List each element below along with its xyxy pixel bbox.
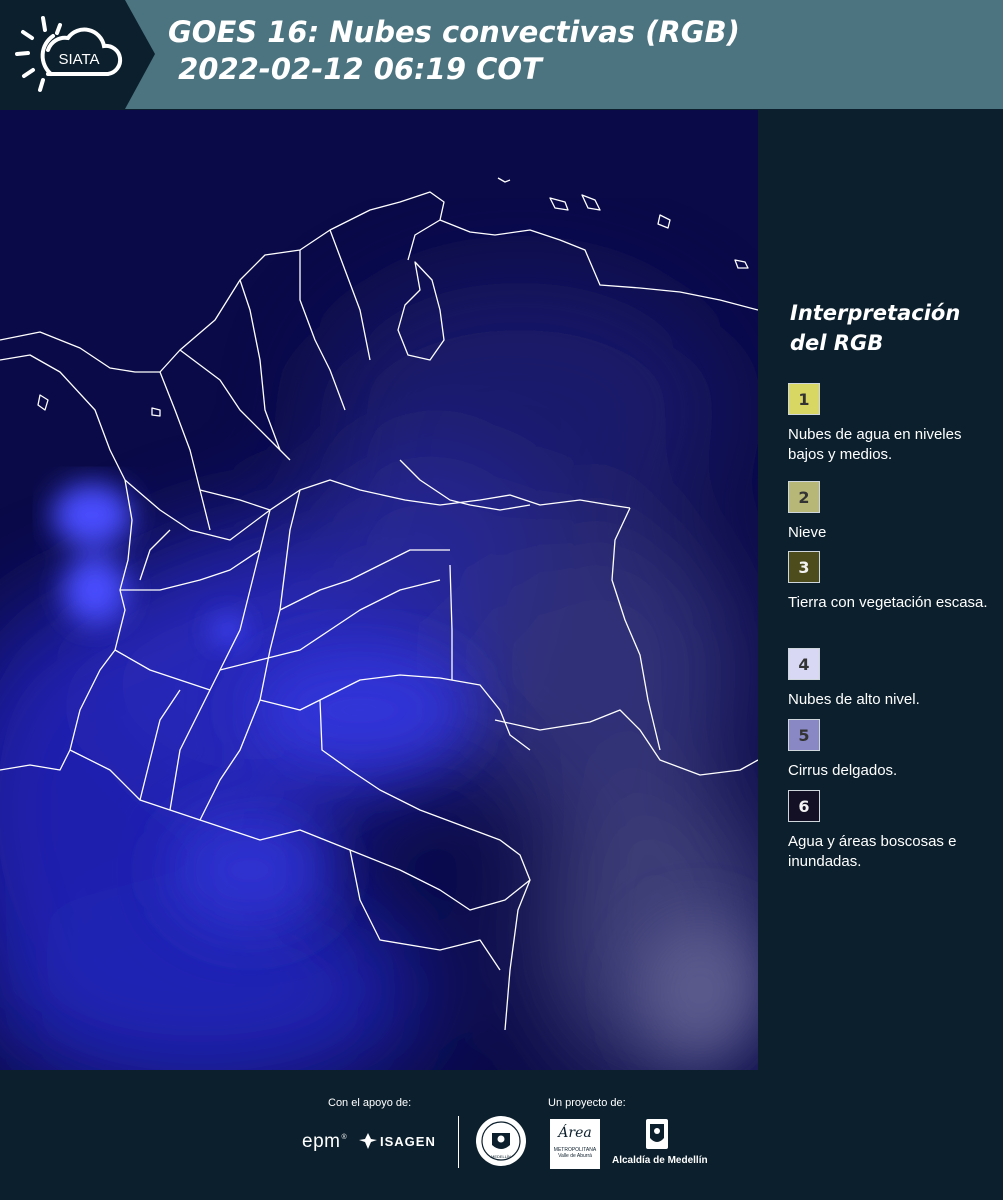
legend-swatch: 6 — [788, 790, 820, 822]
area-logo-text: Área — [558, 1125, 592, 1141]
epm-logo[interactable]: epm ® — [302, 1130, 347, 1154]
siata-logo[interactable]: SIATA — [0, 0, 155, 109]
legend-label: Nieve — [788, 524, 827, 541]
legend-swatch: 2 — [788, 481, 820, 513]
footer: Con el apoyo de: Un proyecto de: epm ® I… — [0, 1070, 1003, 1200]
legend: Interpretación del RGB 1 Nubes de agua en… — [776, 0, 998, 1070]
legend-item-1: 1 Nubes de agua en niveles bajos y medios… — [788, 383, 993, 465]
legend-swatch: 4 — [788, 648, 820, 680]
svg-text:MEDELLÍN: MEDELLÍN — [491, 1154, 511, 1159]
satellite-map[interactable] — [0, 110, 758, 1070]
sun-cloud-logo: SIATA — [15, 16, 123, 92]
legend-title: Interpretación del RGB — [790, 301, 961, 355]
rgb-composite-image — [0, 110, 758, 1070]
area-logo-sub2: Valle de Aburrá — [558, 1153, 592, 1159]
registered-icon: ® — [341, 1133, 347, 1141]
legend-label: Tierra con vegetación escasa. — [788, 594, 988, 611]
medellin-seal-icon: MEDELLÍN — [481, 1121, 521, 1161]
page-title: GOES 16: Nubes convectivas (RGB) 2022-02… — [168, 15, 740, 86]
legend-label: Cirrus delgados. — [788, 762, 898, 779]
alcaldia-shield-icon — [646, 1119, 668, 1149]
legend-item-5: 5 Cirrus delgados. — [788, 719, 993, 781]
epm-logo-text: epm — [302, 1131, 341, 1152]
legend-item-3: 3 Tierra con vegetación escasa. — [788, 551, 993, 613]
isagen-icon — [359, 1133, 377, 1149]
legend-item-6: 6 Agua y áreas boscosas e inundadas. — [788, 790, 993, 872]
legend-swatch: 3 — [788, 551, 820, 583]
isagen-logo-text: ISAGEN — [380, 1133, 436, 1149]
legend-label: Agua y áreas boscosas e inundadas. — [788, 833, 957, 870]
legend-label: Nubes de agua en niveles bajos y medios. — [788, 426, 962, 463]
alcaldia-text: Alcaldía de Medellín — [612, 1155, 708, 1166]
legend-label: Nubes de alto nivel. — [788, 691, 920, 708]
legend-item-2: 2 Nieve — [788, 481, 993, 543]
footer-divider — [458, 1116, 459, 1168]
isagen-logo[interactable]: ISAGEN — [358, 1132, 436, 1150]
project-label: Un proyecto de: — [548, 1097, 626, 1109]
legend-item-4: 4 Nubes de alto nivel. — [788, 648, 993, 710]
legend-swatch: 1 — [788, 383, 820, 415]
area-metropolitana-logo[interactable]: Área METROPOLITANA Valle de Aburrá — [550, 1119, 600, 1169]
alcaldia-logo[interactable]: Alcaldía de Medellín — [612, 1118, 708, 1166]
medellin-seal[interactable]: MEDELLÍN — [476, 1116, 526, 1166]
svg-text:SIATA: SIATA — [58, 51, 99, 68]
legend-swatch: 5 — [788, 719, 820, 751]
support-label: Con el apoyo de: — [328, 1097, 412, 1109]
